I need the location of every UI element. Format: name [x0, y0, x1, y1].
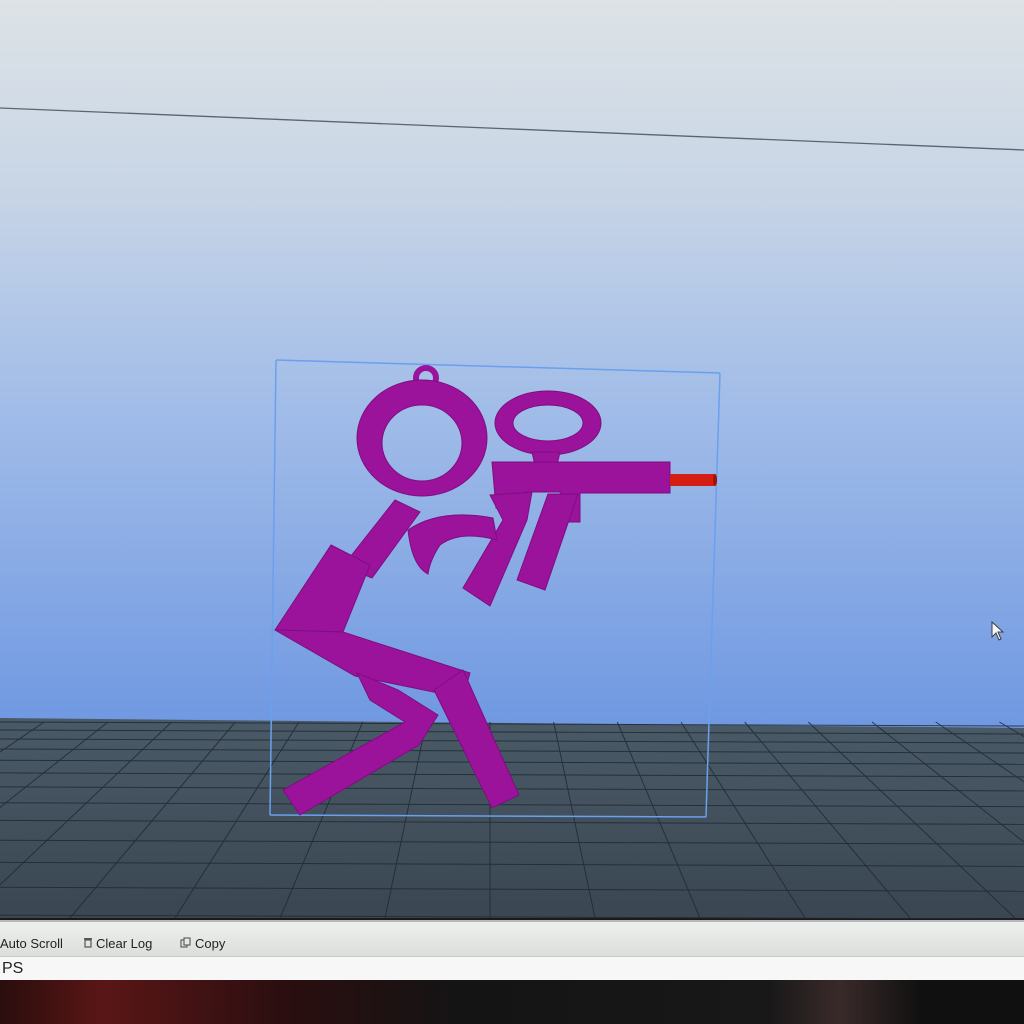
auto-scroll-label: Auto Scroll [0, 936, 63, 951]
trash-icon [83, 937, 93, 951]
copy-label: Copy [195, 936, 226, 951]
monitor-bezel [0, 980, 1024, 1024]
log-toolbar: Auto Scroll Clear Log Copy [0, 920, 1024, 956]
barrel-tip [670, 474, 717, 486]
3d-viewport[interactable] [0, 0, 1024, 1024]
log-text: PS [2, 960, 24, 977]
log-output: PS [0, 956, 1024, 980]
mouse-cursor-icon [991, 620, 1005, 646]
clear-log-label: Clear Log [96, 936, 153, 951]
auto-scroll-toggle[interactable]: Auto Scroll [0, 936, 63, 951]
copy-icon [180, 936, 192, 951]
copy-button[interactable]: Copy [180, 936, 225, 951]
viewport-background [0, 0, 1024, 730]
clear-log-button[interactable]: Clear Log [83, 936, 152, 951]
